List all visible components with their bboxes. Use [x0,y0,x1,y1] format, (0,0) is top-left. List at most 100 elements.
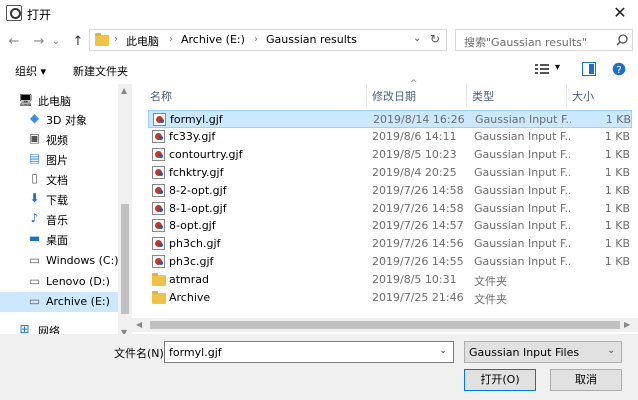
file-size: 1 KB [604,219,630,233]
recent-locations-chevron-icon[interactable]: ⌄ [50,33,62,51]
new-folder-button[interactable]: 新建文件夹 [73,63,128,79]
command-bar: 组织 ▾ 新建文件夹 ▾ ? [0,57,638,83]
help-icon[interactable]: ? [612,62,626,76]
column-divider[interactable] [366,84,367,106]
organize-button[interactable]: 组织 ▾ [15,63,46,79]
navigation-pane-scrollbar[interactable]: ▲ ▼ [118,84,132,340]
file-size: 1 KB [605,113,631,126]
file-size: 1 KB [604,129,630,143]
sidebar-item-pictures[interactable]: ▤ 图片 [0,149,118,169]
file-name: 8-2-opt.gjf [169,183,227,197]
drive-icon: ▭ [28,274,41,288]
column-type[interactable]: 类型 [472,88,494,104]
filetype-dropdown-chevron-icon[interactable]: ⌄ [607,345,615,356]
sidebar-item-lenovo-d[interactable]: ▭ Lenovo (D:) [0,272,118,292]
scrollbar-thumb[interactable] [150,321,620,329]
sidebar-item-label: Archive (E:) [46,295,110,308]
address-dropdown-chevron-icon[interactable]: ⌄ [413,33,421,44]
file-type: Gaussian Input F... [474,183,570,197]
gaussian-file-icon [153,113,166,126]
file-size: 1 KB [604,237,630,251]
search-box[interactable]: 搜索"Gaussian results" [455,29,633,51]
file-size: 1 KB [604,147,630,161]
gaussian-file-icon [152,201,165,215]
breadcrumb-separator: › [114,34,118,45]
scrollbar-thumb[interactable] [121,204,129,314]
file-modified: 2019/8/5 10:23 [372,147,457,161]
file-row[interactable]: fc33y.gjf 2019/8/6 14:11 Gaussian Input F.… [148,128,632,146]
gaussian-file-icon [152,147,165,161]
folder-row[interactable]: atmrad 2019/8/5 10:31 文件夹 [148,271,632,289]
file-name: fchktry.gjf [169,165,224,179]
sidebar-item-windows-c[interactable]: ▭ Windows (C:) [0,251,118,271]
open-button[interactable]: 打开(O) [464,369,536,391]
breadcrumb-archive-drive[interactable]: Archive (E:) [181,33,245,46]
gaussian-file-icon [152,165,165,179]
file-type: Gaussian Input F... [474,129,570,143]
address-bar[interactable]: › 此电脑 › Archive (E:) › Gaussian results … [89,29,447,51]
folder-row[interactable]: Archive 2019/7/25 21:46 文件夹 [148,289,632,307]
column-size[interactable]: 大小 [572,88,594,104]
view-options-icon[interactable] [535,63,549,75]
refresh-icon[interactable]: ↻ [430,32,440,46]
file-modified: 2019/7/26 14:58 [372,183,464,197]
file-name: contourtry.gjf [169,147,243,161]
file-row[interactable]: formyl.gjf 2019/8/14 16:26 Gaussian Input … [148,110,632,128]
scroll-up-arrow-icon[interactable]: ▲ [121,86,127,95]
close-icon[interactable]: ✕ [607,2,633,24]
filename-field[interactable]: formyl.gjf ⌄ [164,341,454,363]
breadcrumb-this-pc[interactable]: 此电脑 [126,33,159,49]
cancel-button[interactable]: 取消 [550,369,622,391]
file-name: 8-1-opt.gjf [169,201,227,215]
window-title: 打开 [27,8,52,22]
column-divider[interactable] [466,84,467,106]
forward-arrow-icon[interactable]: → [30,33,48,51]
file-row[interactable]: ph3c.gjf 2019/7/26 14:55 Gaussian Input F.… [148,253,632,271]
breadcrumb-gaussian-results[interactable]: Gaussian results [266,33,357,46]
column-divider[interactable] [566,84,567,106]
file-modified: 2019/8/6 14:11 [372,129,457,143]
file-list-horizontal-scrollbar[interactable]: ◀ ▶ [132,318,638,332]
sidebar-item-3d-objects[interactable]: ◆ 3D 对象 [0,109,118,129]
file-row[interactable]: 8-2-opt.gjf 2019/7/26 14:58 Gaussian Input… [148,182,632,200]
file-size: 1 KB [604,201,630,215]
gaussian-file-icon [152,255,165,269]
file-row[interactable]: ph3ch.gjf 2019/7/26 14:56 Gaussian Input F… [148,235,632,253]
file-row[interactable]: 8-opt.gjf 2019/7/26 14:57 Gaussian Input F… [148,217,632,235]
file-name: 8-opt.gjf [169,219,216,233]
desktop-icon: ▬ [28,231,41,245]
search-icon[interactable] [616,34,628,46]
3d-objects-icon: ◆ [29,111,40,125]
file-row[interactable]: 8-1-opt.gjf 2019/7/26 14:58 Gaussian Input… [148,200,632,218]
scroll-right-arrow-icon[interactable]: ▶ [624,320,630,329]
column-name[interactable]: 名称 [150,88,172,104]
sidebar-item-desktop[interactable]: ▬ 桌面 [0,229,118,249]
folder-icon [152,273,166,287]
preview-pane-icon[interactable] [582,62,596,76]
sidebar-item-this-pc[interactable]: 🖥 此电脑 [0,90,118,110]
back-arrow-icon[interactable]: ← [5,33,23,51]
up-arrow-icon[interactable]: ↑ [69,33,87,51]
sidebar-item-label: 视频 [46,134,68,147]
sidebar-item-music[interactable]: ♪ 音乐 [0,209,118,229]
sidebar-item-archive-e[interactable]: ▭ Archive (E:) [0,292,118,312]
sidebar-item-videos[interactable]: ▣ 视频 [0,129,118,149]
view-dropdown-chevron-icon[interactable]: ▾ [555,62,560,73]
file-row[interactable]: fchktry.gjf 2019/8/4 20:25 Gaussian Input … [148,164,632,182]
drive-icon: ▭ [28,294,41,308]
file-modified: 2019/7/26 14:55 [372,255,464,269]
file-row[interactable]: contourtry.gjf 2019/8/5 10:23 Gaussian Inp… [148,146,632,164]
file-modified: 2019/7/26 14:58 [372,201,464,215]
gaussian-file-icon [152,129,165,143]
file-type: 文件夹 [474,275,507,289]
scroll-left-arrow-icon[interactable]: ◀ [136,320,142,329]
column-modified[interactable]: 修改日期 [372,88,416,104]
sidebar-item-documents[interactable]: ▯ 文档 [0,169,118,189]
file-modified: 2019/7/26 14:57 [372,219,464,233]
file-type: 文件夹 [474,293,507,306]
filename-value: formyl.gjf [169,346,222,359]
sidebar-item-downloads[interactable]: ⬇ 下载 [0,189,118,209]
filetype-select[interactable]: Gaussian Input Files ⌄ [464,341,622,363]
file-name: fc33y.gjf [169,129,216,143]
filename-dropdown-chevron-icon[interactable]: ⌄ [439,345,447,356]
